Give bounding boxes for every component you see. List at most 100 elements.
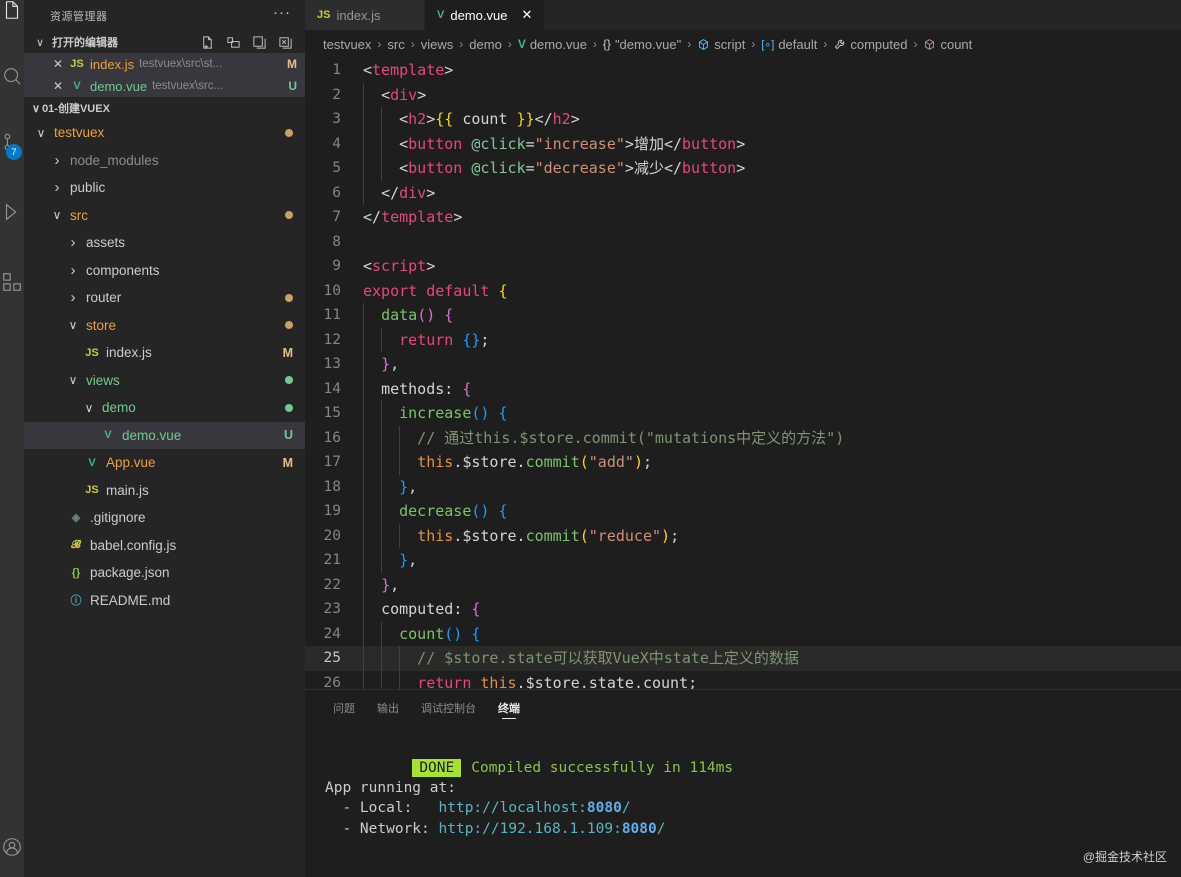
open-editor-row[interactable]: ✕ V demo.vue testvuex\src... U: [24, 75, 305, 97]
code-line-content: // $store.state可以获取VueX中state上定义的数据: [363, 646, 1181, 671]
tree-item-testvuex[interactable]: ∨ testvuex: [24, 119, 305, 147]
indent-guide: [363, 327, 364, 352]
local-url-suffix[interactable]: /: [622, 800, 631, 816]
code-token: ): [661, 526, 671, 545]
code-line-content: increase() {: [363, 401, 1181, 426]
breadcrumb-separator-icon: ›: [410, 37, 415, 51]
network-port[interactable]: 8080: [622, 821, 657, 837]
network-url-prefix[interactable]: http://192.168.1.109:: [439, 821, 622, 837]
tree-item-label: components: [86, 262, 160, 278]
close-icon[interactable]: ✕: [52, 79, 64, 93]
breadcrumb-item[interactable]: [∘] default: [761, 37, 817, 52]
code-token: {: [462, 379, 472, 398]
sidebar-more-actions-icon[interactable]: ···: [273, 4, 291, 27]
tree-item-index-js[interactable]: JS index.js M: [24, 339, 305, 367]
tree-item-main-js[interactable]: JS main.js: [24, 477, 305, 505]
indent-guide: [363, 548, 364, 573]
code-token: </: [663, 134, 683, 153]
local-port[interactable]: 8080: [587, 800, 622, 816]
breadcrumb-item[interactable]: views: [421, 37, 454, 52]
tree-item-router[interactable]: › router: [24, 284, 305, 312]
line-number: 7: [332, 209, 341, 225]
code-token: (): [417, 306, 436, 324]
tree-item-src[interactable]: ∨ src: [24, 202, 305, 230]
breadcrumb-item[interactable]: testvuex: [323, 37, 371, 52]
breadcrumb-item[interactable]: count: [923, 37, 972, 52]
tree-item-public[interactable]: › public: [24, 174, 305, 202]
tree-item-store[interactable]: ∨ store: [24, 312, 305, 340]
code-token: increase: [399, 404, 472, 422]
panel-tab-2[interactable]: 调试控制台: [421, 690, 476, 725]
code-token: {: [498, 404, 508, 422]
breadcrumb-item[interactable]: demo: [469, 37, 502, 52]
tree-item-assets[interactable]: › assets: [24, 229, 305, 257]
code-token: ,: [390, 355, 400, 373]
tree-item-node-modules[interactable]: › node_modules: [24, 147, 305, 175]
code-token: template: [372, 61, 445, 79]
indent-guide: [399, 425, 401, 450]
tree-item-demo[interactable]: ∨ demo: [24, 394, 305, 422]
account-icon[interactable]: [0, 823, 24, 871]
code-token: ;: [670, 526, 680, 545]
chevron-right-icon: ›: [70, 261, 76, 279]
terminal-output[interactable]: DONE Compiled successfully in 114ms App r…: [305, 725, 1181, 877]
save-all-icon[interactable]: [252, 35, 267, 50]
panel-tab-0[interactable]: 问题: [333, 690, 355, 725]
tree-item-readme-md[interactable]: ⓘ README.md: [24, 587, 305, 615]
code-token: ,: [408, 477, 418, 496]
indent-guide: [363, 303, 364, 328]
new-file-icon[interactable]: [200, 35, 215, 50]
tab-demo-vue[interactable]: Vdemo.vue ✕: [425, 0, 546, 30]
chevron-down-icon: ∨: [84, 400, 94, 415]
panel-tab-3[interactable]: 终端: [498, 690, 520, 725]
split-editor-icon[interactable]: [226, 35, 241, 50]
code-token: @click: [471, 159, 526, 177]
namespace-symbol-icon: [∘]: [761, 38, 775, 51]
code-token: ;: [480, 330, 490, 349]
open-editors-header[interactable]: ∨ 打开的编辑器: [24, 31, 305, 53]
tree-item-views[interactable]: ∨ views: [24, 367, 305, 395]
code-line: 15 increase() {: [305, 401, 1181, 426]
code-token: count: [453, 110, 517, 128]
tree-item-babel-config-js[interactable]: 𝓑babel.config.js: [24, 532, 305, 560]
tree-item--gitignore[interactable]: ◈ .gitignore: [24, 504, 305, 532]
source-control-icon[interactable]: 7: [0, 118, 24, 166]
workspace-folder-header[interactable]: ∨ 01-创建VUEX: [24, 97, 305, 119]
breadcrumb-separator-icon: ›: [592, 37, 597, 51]
indent-guide: [363, 646, 364, 671]
code-line-content: return {};: [363, 327, 1181, 352]
search-icon[interactable]: [0, 52, 24, 100]
explorer-icon[interactable]: [0, 0, 24, 34]
tree-item-package-json[interactable]: {} package.json: [24, 559, 305, 587]
code-token: 减少: [633, 159, 664, 177]
breadcrumb-item[interactable]: {} "demo.vue": [603, 37, 681, 52]
tree-item-demo-vue[interactable]: Vdemo.vue U: [24, 421, 305, 449]
close-all-icon[interactable]: [278, 35, 293, 50]
open-editor-row[interactable]: ✕ JS index.js testvuex\src\st... M: [24, 53, 305, 75]
code-line-content: },: [363, 572, 1181, 597]
code-token: {: [498, 281, 508, 300]
tree-item-app-vue[interactable]: V App.vue M: [24, 449, 305, 477]
breadcrumb-item[interactable]: computed: [833, 37, 907, 52]
panel-tab-1[interactable]: 输出: [377, 690, 399, 725]
run-debug-icon[interactable]: [0, 188, 24, 236]
tab-index-js[interactable]: JS index.js: [305, 0, 425, 30]
sidebar-title-bar: 资源管理器 ···: [24, 0, 305, 31]
extensions-icon[interactable]: [0, 258, 24, 306]
breadcrumb-item[interactable]: Vdemo.vue: [518, 37, 587, 52]
code-editor[interactable]: 1 <template> 2 <div> 3 <h2>{{ count }}</h2>…: [305, 58, 1181, 689]
local-url-prefix[interactable]: http://localhost:: [439, 800, 587, 816]
code-token: =: [525, 159, 535, 177]
breadcrumb-item[interactable]: script: [697, 37, 745, 52]
network-url-suffix[interactable]: /: [657, 821, 666, 837]
tree-item-git-state: M: [282, 345, 293, 360]
code-token: count: [399, 624, 445, 643]
code-token: computed: [381, 600, 454, 618]
close-icon[interactable]: ✕: [521, 7, 532, 23]
chevron-down-icon: ∨: [52, 208, 62, 223]
close-icon[interactable]: ✕: [52, 57, 64, 71]
tree-item-components[interactable]: › components: [24, 257, 305, 285]
breadcrumb-item[interactable]: src: [387, 37, 404, 52]
